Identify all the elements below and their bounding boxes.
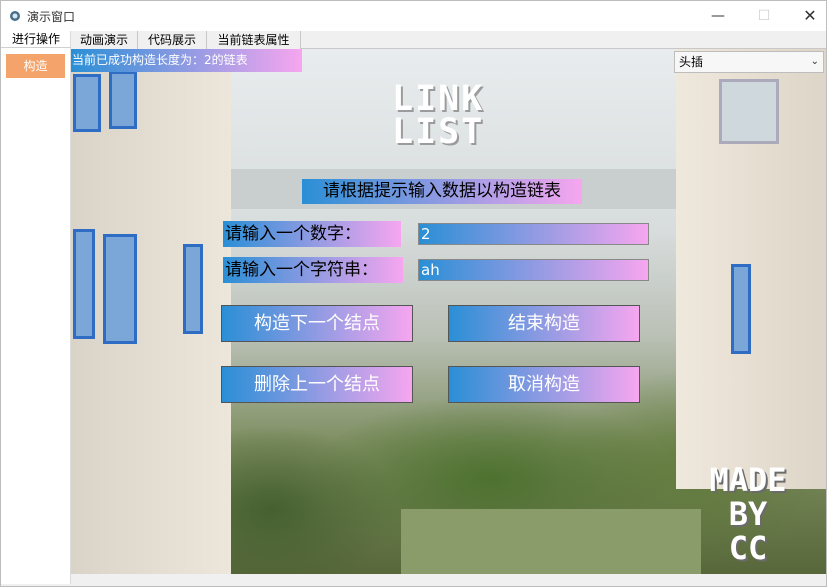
string-label: 请输入一个字符串：	[223, 257, 403, 283]
insert-mode-select[interactable]: 头插 ⌄	[674, 51, 824, 73]
logo-line: BY	[728, 495, 768, 533]
background-pool	[401, 509, 701, 574]
background-window	[183, 244, 203, 334]
logo-line: MADE	[709, 461, 787, 499]
link-list-logo: LINK LIST	[392, 82, 485, 152]
tab-list-properties[interactable]: 当前链表属性	[207, 31, 301, 49]
made-by-cc-logo: MADE BY CC	[693, 463, 803, 565]
delete-previous-node-button[interactable]: 删除上一个结点	[221, 366, 413, 403]
background-window	[103, 234, 137, 344]
status-label: 当前已成功构造长度为：2的链表	[71, 49, 302, 72]
minimize-button[interactable]: —	[695, 1, 741, 31]
logo-line: CC	[728, 529, 768, 567]
close-button[interactable]: ✕	[787, 1, 827, 31]
string-input[interactable]: ah	[418, 259, 649, 281]
tab-animation[interactable]: 动画演示	[71, 31, 138, 49]
background-window	[719, 79, 779, 144]
background-window	[73, 74, 101, 132]
maximize-button[interactable]: ☐	[741, 1, 787, 31]
sidebar: 进行操作 构造	[1, 31, 71, 584]
chevron-down-icon: ⌄	[810, 56, 819, 67]
app-window: 演示窗口 — ☐ ✕ 进行操作 构造 动画演示 代码展示 当前链表属性 当前已成…	[0, 0, 827, 587]
cancel-construct-button[interactable]: 取消构造	[448, 366, 640, 403]
animation-stage: 当前已成功构造长度为：2的链表 头插 ⌄ LINK LIST 请根据提示输入数据…	[71, 49, 826, 574]
construct-next-node-button[interactable]: 构造下一个结点	[221, 305, 413, 342]
construct-button[interactable]: 构造	[6, 54, 65, 78]
background-window	[109, 71, 137, 129]
number-input[interactable]: 2	[418, 223, 649, 245]
logo-line: LIST	[392, 112, 485, 152]
insert-mode-value: 头插	[679, 55, 704, 69]
tab-bar: 动画演示 代码展示 当前链表属性	[71, 31, 826, 49]
title-bar: 演示窗口 — ☐ ✕	[1, 1, 826, 31]
tab-code[interactable]: 代码展示	[138, 31, 207, 49]
background-window	[731, 264, 751, 354]
finish-construct-button[interactable]: 结束构造	[448, 305, 640, 342]
app-icon	[10, 11, 20, 21]
number-label: 请输入一个数字：	[223, 221, 401, 247]
window-title: 演示窗口	[27, 10, 76, 24]
input-prompt: 请根据提示输入数据以构造链表	[302, 179, 582, 204]
sidebar-tab-operations[interactable]: 进行操作	[1, 31, 71, 48]
background-window	[73, 229, 95, 339]
